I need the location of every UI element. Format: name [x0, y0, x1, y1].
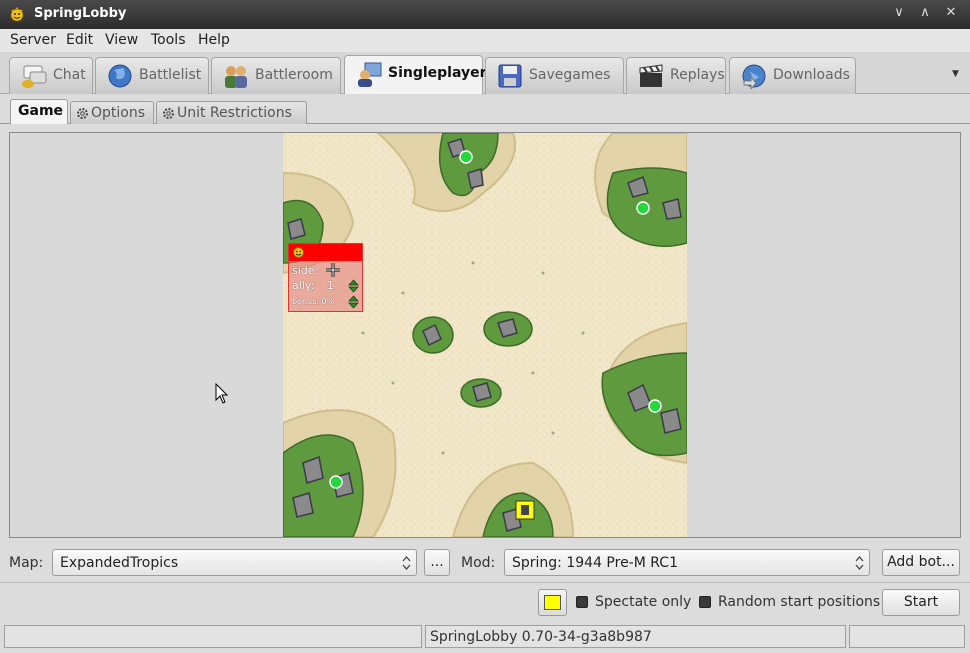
tab-chat[interactable]: Chat: [9, 57, 93, 94]
subtab-unit-restrictions[interactable]: Unit Restrictions: [156, 101, 307, 124]
status-section-version: SpringLobby 0.70-34-g3a8b987: [425, 625, 846, 648]
tab-label: Replays: [670, 67, 725, 83]
start-row: Spectate only Random start positions Sta…: [0, 583, 970, 623]
map-mod-row: Map: ExpandedTropics ... Mod: Spring: 19…: [0, 540, 970, 582]
menu-help[interactable]: Help: [198, 32, 230, 48]
tab-replays[interactable]: Replays: [626, 57, 726, 94]
gear-icon: [77, 108, 88, 119]
mod-label: Mod:: [461, 555, 496, 571]
download-globe-icon: [742, 64, 766, 89]
menu-view[interactable]: View: [105, 32, 138, 48]
main-tab-bar: Chat Battlelist Battleroom Singleplayer …: [0, 52, 970, 94]
tab-overflow-arrow-icon[interactable]: ▼: [952, 69, 959, 79]
minimap-panel[interactable]: side: ally: 1 bonus: 0%: [9, 132, 961, 538]
maximize-button[interactable]: ∧: [914, 3, 936, 23]
team-info-box[interactable]: side: ally: 1 bonus: 0%: [288, 243, 363, 312]
subtab-options[interactable]: Options: [70, 101, 154, 124]
tab-label: Savegames: [529, 67, 611, 83]
team-color-header: [289, 244, 362, 261]
start-position-marker: [636, 201, 650, 215]
side-label: side:: [292, 264, 319, 277]
ally-spinner-icon[interactable]: [348, 279, 359, 293]
tab-label: Chat: [53, 67, 86, 83]
player-color-button[interactable]: [538, 589, 567, 616]
map-select-value: ExpandedTropics: [60, 555, 179, 571]
status-section-left: [4, 625, 422, 648]
ally-label: ally:: [292, 279, 315, 292]
spectate-label: Spectate only: [595, 594, 692, 610]
gear-icon: [163, 108, 174, 119]
tab-battleroom[interactable]: Battleroom: [211, 57, 341, 94]
tab-singleplayer[interactable]: Singleplayer: [344, 55, 487, 94]
subtab-label: Options: [91, 105, 146, 121]
start-button[interactable]: Start: [882, 589, 960, 616]
chat-icon: [22, 65, 47, 88]
globe-icon: [108, 64, 132, 88]
minimize-button[interactable]: ∨: [888, 3, 910, 23]
clapper-icon: [639, 64, 663, 87]
bonus-label: bonus: 0%: [292, 297, 335, 306]
player-smiley-icon: [293, 247, 304, 258]
menu-server[interactable]: Server: [10, 32, 56, 48]
status-bar: SpringLobby 0.70-34-g3a8b987: [0, 623, 970, 653]
menu-bar: Server Edit View Tools Help: [0, 29, 970, 52]
subtab-label: Unit Restrictions: [177, 105, 292, 121]
springlobby-logo-icon: [10, 7, 24, 22]
bonus-spinner-icon[interactable]: [348, 295, 359, 309]
close-button[interactable]: ✕: [940, 3, 962, 23]
start-position-marker: [648, 399, 662, 413]
mod-select-value: Spring: 1944 Pre-M RC1: [512, 555, 678, 571]
start-position-marker: [459, 150, 473, 164]
updown-arrows-icon: [855, 556, 864, 570]
sub-tab-bar: Game Options Unit Restrictions: [0, 94, 970, 124]
faction-cross-icon[interactable]: [325, 262, 341, 278]
tab-label: Battlelist: [139, 67, 202, 83]
map-preview[interactable]: [283, 133, 687, 537]
status-section-right: [849, 625, 965, 648]
map-label: Map:: [9, 555, 44, 571]
map-select[interactable]: ExpandedTropics: [52, 549, 417, 576]
subtab-game[interactable]: Game: [10, 99, 68, 124]
people-icon: [225, 66, 247, 88]
start-position-marker: [329, 475, 343, 489]
mod-select[interactable]: Spring: 1944 Pre-M RC1: [504, 549, 870, 576]
menu-edit[interactable]: Edit: [66, 32, 93, 48]
menu-tools[interactable]: Tools: [151, 32, 186, 48]
random-start-label: Random start positions: [718, 594, 881, 610]
ally-value: 1: [327, 279, 334, 292]
tab-label: Battleroom: [255, 67, 333, 83]
tab-label: Downloads: [773, 67, 850, 83]
tab-label: Singleplayer: [388, 65, 487, 81]
floppy-icon: [498, 64, 522, 88]
spectate-checkbox[interactable]: [576, 596, 588, 608]
title-bar: SpringLobby ∨ ∧ ✕: [0, 0, 970, 29]
singleplayer-icon: [358, 62, 382, 87]
version-text: SpringLobby 0.70-34-g3a8b987: [430, 629, 652, 645]
tab-savegames[interactable]: Savegames: [485, 57, 624, 94]
random-start-checkbox[interactable]: [699, 596, 711, 608]
add-bot-button[interactable]: Add bot...: [882, 549, 960, 576]
window-title: SpringLobby: [34, 6, 127, 21]
mouse-pointer-icon: [215, 383, 229, 404]
updown-arrows-icon: [402, 556, 411, 570]
tab-downloads[interactable]: Downloads: [729, 57, 856, 94]
tab-battlelist[interactable]: Battlelist: [95, 57, 209, 94]
map-browse-button[interactable]: ...: [424, 549, 450, 576]
color-swatch: [544, 595, 561, 610]
subtab-label: Game: [18, 103, 64, 119]
bot-marker-icon: [515, 500, 535, 520]
